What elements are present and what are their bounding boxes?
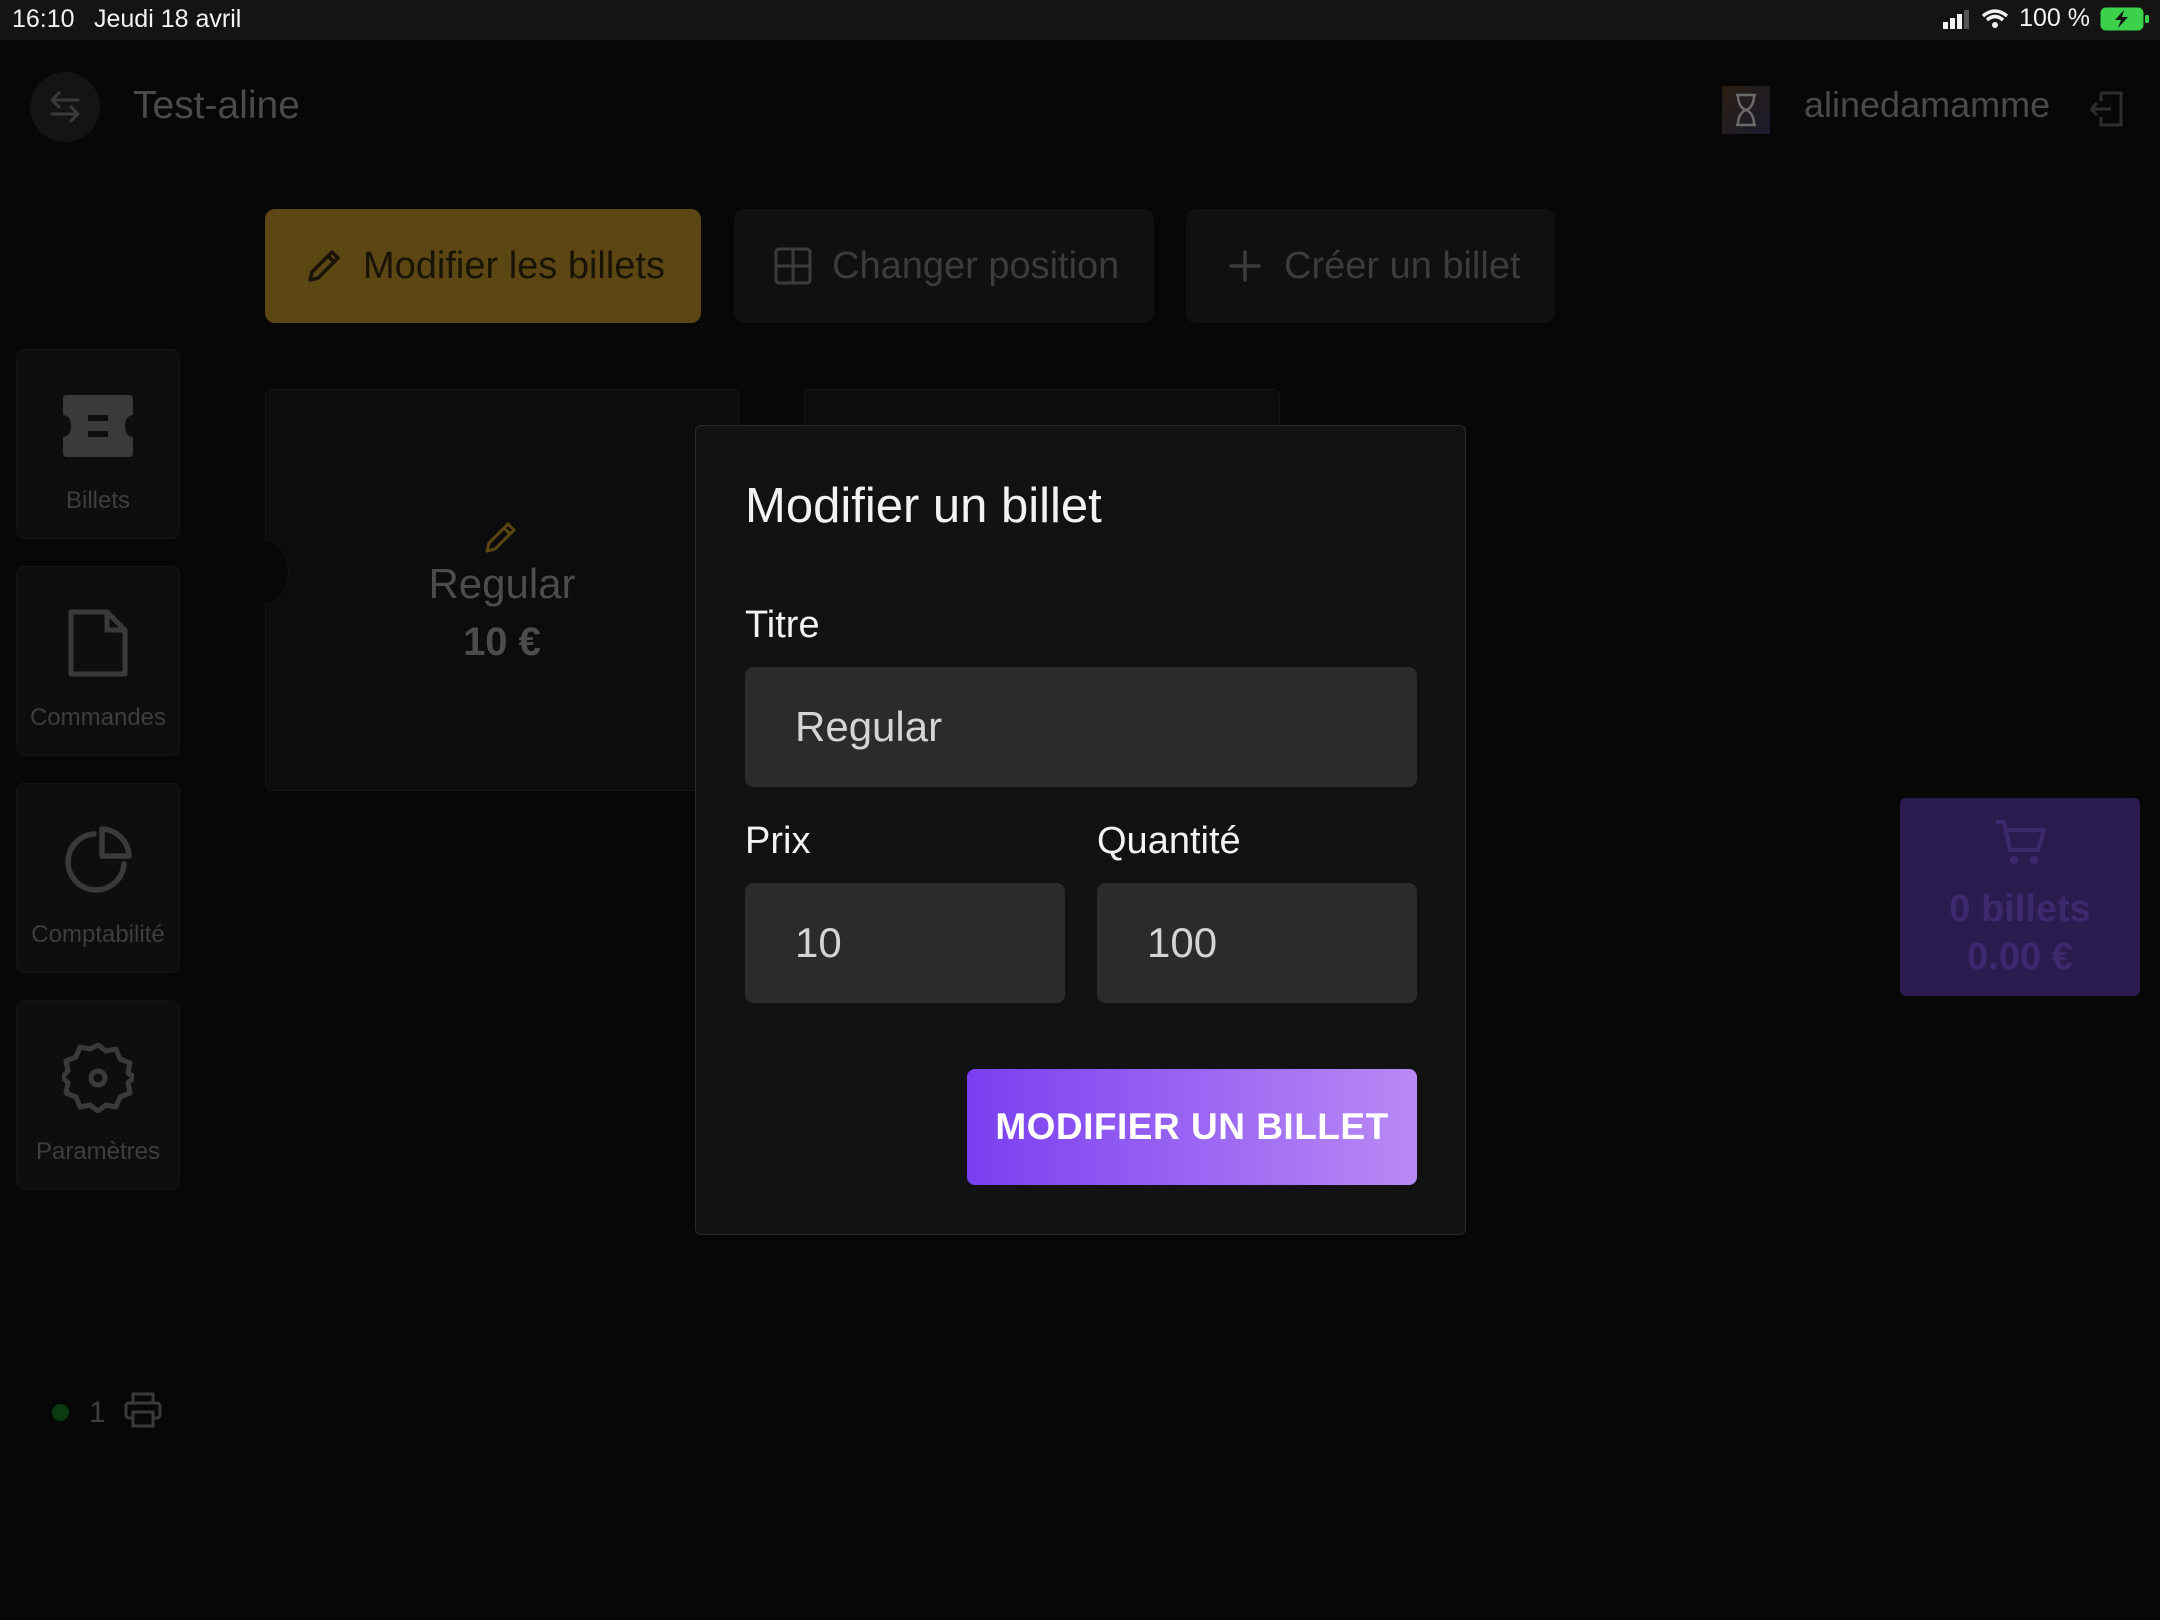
quantite-label: Quantité [1097, 820, 1241, 862]
sidebar-item-billets[interactable]: Billets [16, 349, 180, 539]
sidebar-item-commandes[interactable]: Commandes [16, 566, 180, 756]
sidebar-item-comptabilite[interactable]: Comptabilité [16, 783, 180, 973]
pencil-icon [303, 245, 345, 287]
status-right-group: 100 % [1943, 4, 2150, 33]
wifi-icon [1981, 8, 2009, 30]
change-position-label: Changer position [832, 244, 1120, 287]
submit-edit-ticket-button[interactable]: MODIFIER UN BILLET [967, 1069, 1417, 1185]
sidebar-item-label: Paramètres [35, 1138, 161, 1165]
app-header: Test-aline alinedamamme [0, 40, 2160, 170]
cart-count: 0 billets [1949, 888, 2091, 930]
sidebar-item-label: Comptabilité [31, 921, 165, 948]
modal-title: Modifier un billet [745, 479, 1102, 533]
edit-ticket-modal: Modifier un billet Titre Prix Quantité M… [695, 425, 1466, 1235]
titre-input[interactable] [745, 667, 1417, 787]
status-date: Jeudi 18 avril [94, 5, 242, 33]
user-avatar [1722, 86, 1770, 134]
sidebar-item-label: Commandes [29, 704, 167, 731]
status-time: 16:10 [12, 5, 75, 33]
printer-icon[interactable] [124, 1392, 162, 1433]
gear-icon [17, 1037, 179, 1117]
create-ticket-button[interactable]: Créer un billet [1186, 209, 1555, 323]
ticket-name: Regular [428, 560, 576, 607]
pie-chart-icon [17, 820, 179, 900]
edit-tickets-button[interactable]: Modifier les billets [265, 209, 701, 323]
change-position-button[interactable]: Changer position [734, 209, 1154, 323]
hourglass-icon [1736, 93, 1756, 127]
document-icon [17, 603, 179, 683]
cart-total: 0.00 € [1967, 936, 2073, 978]
cart-icon [1900, 818, 2140, 868]
event-title: Test-aline [133, 84, 300, 127]
switch-event-button[interactable] [30, 72, 100, 142]
pencil-icon[interactable] [482, 518, 520, 561]
prix-input[interactable] [745, 883, 1065, 1003]
online-status-dot [52, 1404, 69, 1421]
signal-icon [1943, 9, 1971, 29]
battery-icon [2100, 7, 2150, 31]
status-bar: 16:10 Jeudi 18 avril 100 % [0, 0, 2160, 40]
edit-tickets-label: Modifier les billets [363, 244, 665, 287]
sidebar-item-label: Billets [65, 487, 131, 514]
app-screen: 16:10 Jeudi 18 avril 100 % Test-aline al… [0, 0, 2160, 1620]
printer-count: 1 [89, 1395, 106, 1429]
logout-icon [2089, 91, 2123, 127]
sidebar-item-parametres[interactable]: Paramètres [16, 1000, 180, 1190]
create-ticket-label: Créer un billet [1284, 244, 1521, 287]
ticket-icon [17, 386, 179, 466]
ticket-price: 10 € [463, 620, 541, 664]
grid-icon [772, 245, 814, 287]
username: alinedamamme [1804, 84, 2051, 125]
quantite-input[interactable] [1097, 883, 1417, 1003]
ticket-card[interactable]: Regular 10 € [244, 389, 739, 791]
battery-percent: 100 % [2019, 4, 2090, 32]
prix-label: Prix [745, 820, 811, 862]
titre-label: Titre [745, 604, 820, 646]
plus-icon [1224, 245, 1266, 287]
swap-arrows-icon [50, 91, 80, 123]
printer-status: 1 [52, 1392, 162, 1433]
logout-button[interactable] [2084, 86, 2130, 132]
cart-summary[interactable]: 0 billets 0.00 € [1900, 798, 2140, 996]
